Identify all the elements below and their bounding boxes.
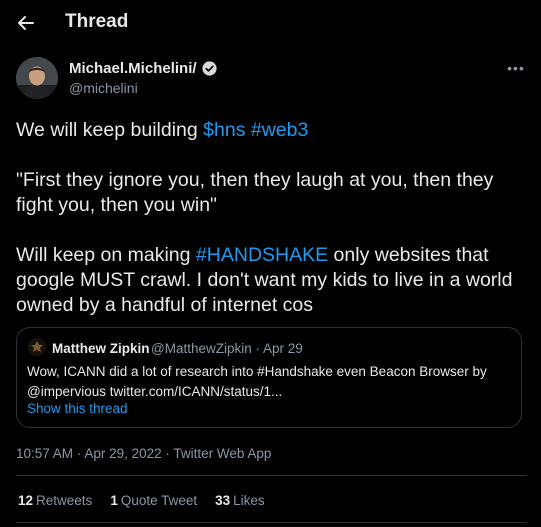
quote-author-name[interactable]: Matthew Zipkin xyxy=(52,341,150,356)
quote-author-avatar[interactable] xyxy=(28,338,46,356)
author-avatar[interactable] xyxy=(16,57,58,99)
author-name[interactable]: Michael.Michelini/ xyxy=(69,60,197,77)
tweet-text-segment: Will keep on making xyxy=(16,244,196,266)
more-button[interactable]: ••• xyxy=(505,60,527,78)
hashtag-handshake[interactable]: #HANDSHAKE xyxy=(196,244,328,266)
page-title: Thread xyxy=(65,11,129,32)
back-arrow-icon xyxy=(18,16,34,30)
show-thread-link[interactable]: Show this thread xyxy=(27,401,128,416)
hashtag-web3[interactable]: #web3 xyxy=(251,119,308,141)
author-name-row[interactable]: Michael.Michelini/ xyxy=(69,60,218,77)
likes-label: Likes xyxy=(233,493,265,508)
quote-text: Wow, ICANN did a lot of research into #H… xyxy=(27,364,487,399)
quote-meta: @MatthewZipkin · Apr 29 xyxy=(151,341,303,356)
tweet-source[interactable]: Twitter Web App xyxy=(173,446,271,461)
more-icon: ••• xyxy=(507,60,525,76)
likes-count: 33 xyxy=(215,493,231,508)
quote-tweets-stat[interactable]: 1 Quote Tweet xyxy=(110,493,197,508)
tweet-line-2: "First they ignore you, then they laugh … xyxy=(16,169,494,216)
retweets-stat[interactable]: 12 Retweets xyxy=(18,493,92,508)
tweet-date[interactable]: Apr 29, 2022 xyxy=(84,446,161,461)
tweet-text-segment: We will keep building xyxy=(16,119,204,141)
tweet-timestamp: 10:57 AM · Apr 29, 2022 · Twitter Web Ap… xyxy=(16,446,271,461)
timestamp-separator: · xyxy=(73,446,85,461)
thread-header: Thread xyxy=(0,0,541,46)
divider xyxy=(16,475,527,476)
tweet-text: We will keep building $hns #web3 "First … xyxy=(16,118,528,318)
engagement-stats: 12 Retweets 1 Quote Tweet 33 Likes xyxy=(18,493,265,508)
tweet-line-3: Will keep on making #HANDSHAKE only webs… xyxy=(16,243,528,318)
retweets-count: 12 xyxy=(18,493,34,508)
quote-tweets-label: Quote Tweet xyxy=(120,493,198,508)
divider xyxy=(16,522,527,523)
tweet-line-1: We will keep building $hns #web3 xyxy=(16,118,528,143)
likes-stat[interactable]: 33 Likes xyxy=(215,493,265,508)
quote-tweets-count: 1 xyxy=(110,493,118,508)
verified-badge-icon xyxy=(201,61,217,76)
tweet-time[interactable]: 10:57 AM xyxy=(16,446,73,461)
retweets-label: Retweets xyxy=(36,493,93,508)
author-handle[interactable]: @michelini xyxy=(69,80,138,96)
timestamp-separator: · xyxy=(161,446,174,461)
cashtag-hns[interactable]: $hns xyxy=(203,119,245,141)
back-button[interactable] xyxy=(12,9,40,37)
quote-tweet-card[interactable]: Matthew Zipkin @MatthewZipkin · Apr 29 W… xyxy=(16,327,522,428)
